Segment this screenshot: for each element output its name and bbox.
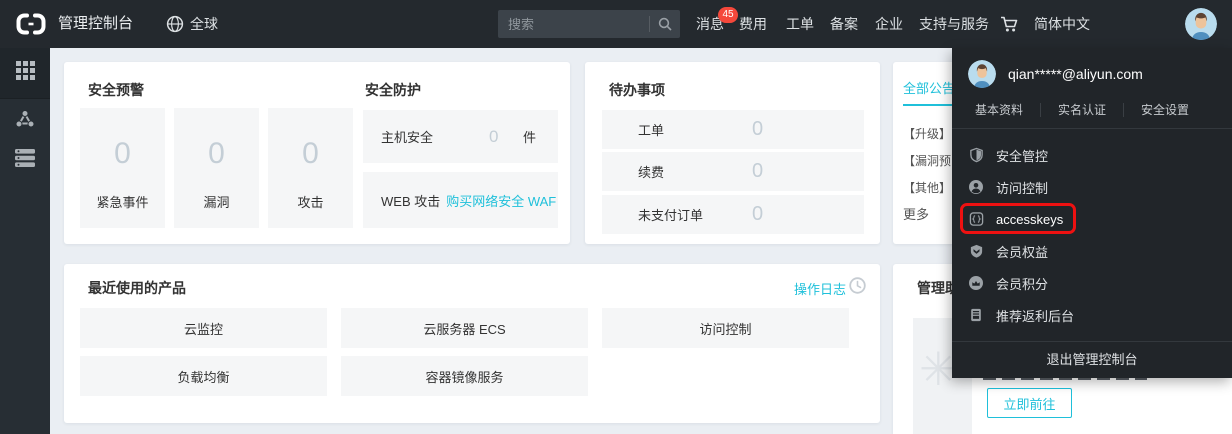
account-quick-links: 基本资料 实名认证 安全设置	[958, 103, 1206, 117]
menu-item-accesskeys[interactable]: accesskeys	[952, 203, 1232, 235]
recent-products-title: 最近使用的产品	[88, 278, 186, 298]
apps-grid-icon	[16, 61, 35, 80]
sidebar-divider	[0, 98, 50, 99]
brackets-icon	[968, 211, 984, 227]
product-slb[interactable]: 负载均衡	[80, 356, 327, 396]
crown-icon	[968, 275, 984, 291]
account-dropdown: qian*****@aliyun.com 基本资料 实名认证 安全设置 安全管控…	[952, 48, 1232, 378]
announcement-item[interactable]: 【其他】	[903, 179, 951, 196]
announcement-item[interactable]: 【漏洞预	[903, 152, 951, 169]
todo-row-renewal[interactable]: 续费 0	[602, 152, 864, 191]
host-security-row[interactable]: 主机安全 0 件	[363, 110, 558, 163]
more-link[interactable]: 更多	[903, 204, 929, 223]
host-security-label: 主机安全	[381, 127, 433, 146]
sidebar-item-products[interactable]	[0, 61, 50, 80]
sidebar-item-share[interactable]	[0, 108, 50, 130]
menu-item-access-control[interactable]: 访问控制	[952, 171, 1232, 203]
topbar: 管理控制台 全球 消息 45 费用 工单 备案 企业 支持与服务 简体中文	[0, 0, 1232, 48]
todo-label: 未支付订单	[638, 205, 703, 224]
product-cloudmonitor[interactable]: 云监控	[80, 308, 327, 348]
todo-value: 0	[752, 160, 763, 183]
dropdown-avatar	[968, 60, 996, 88]
user-avatar[interactable]	[1185, 8, 1217, 40]
menu-item-member-points[interactable]: 会员积分	[952, 267, 1232, 299]
todo-card: 待办事项 工单 0 续费 0 未支付订单 0	[585, 62, 880, 244]
security-settings-link[interactable]: 安全设置	[1124, 103, 1206, 117]
server-stack-icon	[14, 148, 36, 168]
shield-icon	[968, 147, 984, 163]
web-attack-label: WEB 攻击	[381, 191, 440, 210]
product-ram[interactable]: 访问控制	[602, 308, 849, 348]
cart-icon[interactable]	[1000, 15, 1018, 33]
badge-icon	[968, 243, 984, 259]
logout-button[interactable]: 退出管理控制台	[952, 342, 1232, 378]
stat-value: 0	[80, 138, 165, 170]
stat-label: 紧急事件	[80, 192, 165, 211]
stat-label: 漏洞	[174, 192, 259, 211]
share-nodes-icon	[14, 108, 36, 130]
console-title[interactable]: 管理控制台	[58, 0, 133, 48]
menu-item-member-benefits[interactable]: 会员权益	[952, 235, 1232, 267]
stat-value: 0	[268, 138, 353, 170]
todo-value: 0	[752, 118, 763, 141]
message-count-badge: 45	[718, 7, 738, 23]
dropdown-menu: 安全管控 访问控制 accesskeys 会员权益	[952, 139, 1232, 331]
web-attack-row: WEB 攻击 购买网络安全 WAF	[363, 172, 558, 228]
dropdown-divider	[952, 128, 1232, 129]
host-security-value: 0	[489, 127, 498, 147]
clock-icon[interactable]	[849, 277, 866, 294]
stat-label: 攻击	[268, 192, 353, 211]
todo-value: 0	[752, 203, 763, 226]
basic-profile-link[interactable]: 基本资料	[958, 103, 1041, 117]
nav-icp[interactable]: 备案	[830, 0, 858, 48]
todo-row-unpaid[interactable]: 未支付订单 0	[602, 195, 864, 234]
nav-billing[interactable]: 费用	[739, 0, 767, 48]
real-name-verify-link[interactable]: 实名认证	[1041, 103, 1124, 117]
todo-label: 工单	[638, 120, 664, 139]
search-button[interactable]	[650, 10, 680, 38]
user-icon	[968, 179, 984, 195]
menu-item-referral-backend[interactable]: 推荐返利后台	[952, 299, 1232, 331]
operation-log-link[interactable]: 操作日志	[794, 279, 846, 298]
nav-support[interactable]: 支持与服务	[919, 0, 989, 48]
tab-all-announcements[interactable]: 全部公告	[903, 78, 955, 97]
region-selector[interactable]: 全球	[190, 0, 218, 48]
nav-enterprise[interactable]: 企业	[875, 0, 903, 48]
account-email: qian*****@aliyun.com	[1008, 48, 1143, 100]
stat-urgent-events[interactable]: 0 紧急事件	[80, 108, 165, 228]
announcement-item[interactable]: 【升级】	[903, 125, 951, 142]
todo-title: 待办事项	[609, 80, 665, 100]
security-protect-title: 安全防护	[365, 80, 421, 100]
sidebar	[0, 48, 50, 434]
go-now-button[interactable]: 立即前往	[987, 388, 1072, 418]
buy-waf-link[interactable]: 购买网络安全 WAF	[446, 191, 556, 210]
host-security-unit: 件	[523, 127, 536, 146]
aliyun-logo-icon[interactable]	[16, 13, 46, 35]
globe-icon[interactable]	[166, 15, 184, 33]
todo-label: 续费	[638, 162, 664, 181]
security-card: 安全预警 0 紧急事件 0 漏洞 0 攻击 安全防护 主机安全 0 件 WEB …	[64, 62, 570, 244]
search-box	[498, 10, 680, 38]
product-ecs[interactable]: 云服务器 ECS	[341, 308, 588, 348]
product-container-registry[interactable]: 容器镜像服务	[341, 356, 588, 396]
stat-vulnerabilities[interactable]: 0 漏洞	[174, 108, 259, 228]
recent-products-card: 最近使用的产品 操作日志 云监控 云服务器 ECS 访问控制 负载均衡 容器镜像…	[64, 264, 880, 423]
stat-attacks[interactable]: 0 攻击	[268, 108, 353, 228]
nav-tickets[interactable]: 工单	[786, 0, 814, 48]
stat-value: 0	[174, 138, 259, 170]
nav-messages[interactable]: 消息	[696, 0, 724, 48]
receipt-icon	[968, 307, 984, 323]
search-input[interactable]	[498, 17, 649, 32]
security-alert-title: 安全预警	[88, 80, 144, 100]
sidebar-item-servers[interactable]	[0, 148, 50, 168]
menu-item-security-control[interactable]: 安全管控	[952, 139, 1232, 171]
search-icon	[658, 17, 672, 31]
language-selector[interactable]: 简体中文	[1034, 0, 1090, 48]
todo-row-tickets[interactable]: 工单 0	[602, 110, 864, 149]
